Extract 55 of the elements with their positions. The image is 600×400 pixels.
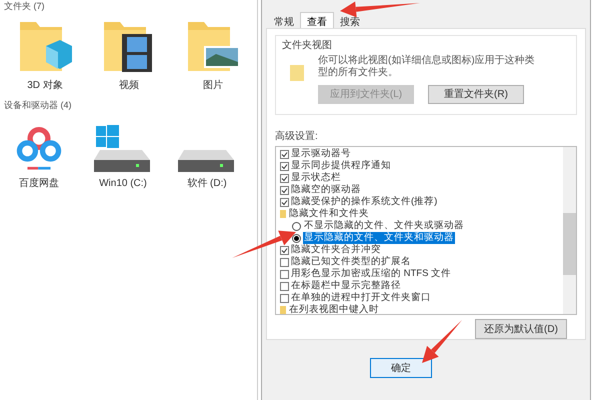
checkbox[interactable] [280,282,289,290]
checkbox[interactable] [280,150,289,158]
folder-icon [280,306,286,314]
scrollbar[interactable] [563,147,576,314]
description-text: 你可以将此视图(如详细信息或图标)应用于这种类型的所有文件夹。 [318,55,536,79]
checkbox[interactable] [280,174,289,182]
drive-label: 百度网盘 [19,176,59,190]
setting-label: 显示状态栏 [291,172,341,184]
drive-item[interactable]: 软件 (D:) [174,118,240,190]
tab[interactable]: 查看 [300,12,334,28]
folder-item[interactable]: 图片 [182,18,244,93]
section-header: 文件夹 (7) [4,0,46,12]
folder-view-icon [290,65,304,81]
setting-label: 显示同步提供程序通知 [291,160,391,172]
setting-label: 隐藏空的驱动器 [291,184,361,196]
annotation-arrow [422,320,462,363]
group-title: 文件夹视图 [282,38,333,53]
folder-label: 图片 [203,78,223,93]
drive-item[interactable]: Win10 (C:) [90,118,156,190]
folder-view-button[interactable]: 重置文件夹(R) [428,85,524,104]
checkbox[interactable] [280,294,289,302]
setting-label: 在标题栏中显示完整路径 [291,280,401,292]
folder-icon [280,210,286,218]
checkbox[interactable] [280,270,289,278]
section-header: 设备和驱动器 (4) [4,99,72,112]
radio-button[interactable] [292,234,301,242]
scroll-thumb[interactable] [563,213,576,275]
checkbox[interactable] [280,246,289,254]
setting-label: 显示隐藏的文件、文件夹和驱动器 [303,232,455,244]
setting-group-label: 在列表视图中键入时 [289,304,379,314]
drive-item[interactable]: 百度网盘 [6,118,72,190]
radio-button[interactable] [292,222,301,230]
setting-label: 用彩色显示加密或压缩的 NTFS 文件 [291,268,452,280]
drive-label: Win10 (C:) [99,176,147,190]
setting-label: 隐藏受保护的操作系统文件(推荐) [291,196,438,208]
setting-label: 在单独的进程中打开文件夹窗口 [291,292,431,304]
setting-group-label: 隐藏文件和文件夹 [289,208,369,220]
ok-button[interactable]: 确定 [370,358,432,378]
drive-label: 软件 (D:) [187,176,227,190]
setting-label: 不显示隐藏的文件、文件夹或驱动器 [303,220,465,232]
folder-label: 3D 对象 [27,78,63,93]
folder-item[interactable]: 3D 对象 [14,18,76,93]
setting-label: 隐藏已知文件类型的扩展名 [291,256,411,268]
checkbox[interactable] [280,162,289,170]
checkbox[interactable] [280,186,289,194]
setting-label: 显示驱动器号 [291,148,351,160]
folder-label: 视频 [119,78,139,93]
checkbox[interactable] [280,258,289,266]
checkbox[interactable] [280,198,289,206]
advanced-settings-label: 高级设置: [275,130,319,144]
setting-label: 隐藏文件夹合并冲突 [291,244,381,256]
folder-item[interactable]: 视频 [98,18,160,93]
restore-defaults-button[interactable]: 还原为默认值(D) [475,319,567,339]
tab[interactable]: 搜索 [334,15,366,28]
tab[interactable]: 常规 [268,15,300,28]
